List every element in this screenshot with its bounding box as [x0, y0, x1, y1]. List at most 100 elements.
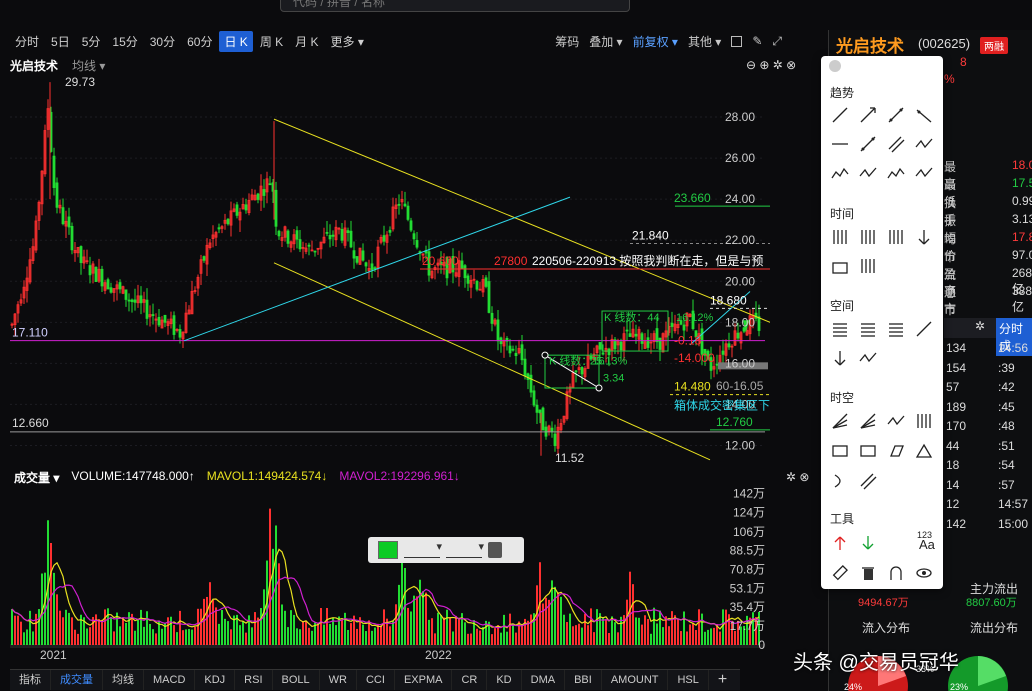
volume-bar	[722, 609, 724, 645]
candlestick-chart[interactable]: 28.0026.0024.0022.0020.0018.0016.0014.00…	[10, 76, 770, 468]
space-tool-icon-1-0[interactable]	[834, 351, 846, 366]
tab-14[interactable]: AMOUNT	[602, 670, 669, 690]
chips-button[interactable]: 筹码	[555, 33, 579, 50]
tools-icon-0[interactable]	[834, 536, 846, 550]
volume-controls[interactable]: ✲ ⊗	[786, 470, 809, 484]
trend-tool-icon-2-3[interactable]	[915, 167, 933, 178]
time-tool-icon-1-0[interactable]	[832, 262, 848, 274]
add-tab-icon[interactable]: +	[709, 670, 736, 690]
channel-lower-line[interactable]	[273, 262, 711, 461]
line-style-select[interactable]	[404, 540, 442, 558]
tab-7[interactable]: WR	[320, 670, 357, 690]
period-1[interactable]: 5日	[46, 31, 75, 52]
space-tool-icon-0-3[interactable]	[916, 321, 932, 337]
volume-bar	[203, 598, 205, 645]
spacetime-tool-icon-0-2[interactable]	[887, 415, 905, 426]
time-tool-icon-0-0[interactable]	[833, 230, 847, 244]
tab-3[interactable]: MACD	[144, 670, 196, 690]
color-swatch[interactable]	[378, 541, 398, 559]
volume-bar	[659, 610, 661, 645]
tab-8[interactable]: CCI	[357, 670, 395, 690]
period-2[interactable]: 5分	[77, 31, 106, 52]
tab-1[interactable]: 成交量	[51, 670, 103, 690]
spacetime-tool-icon-0-3[interactable]	[917, 414, 931, 428]
trend-tool-icon-1-3[interactable]	[915, 138, 933, 149]
volume-bar	[35, 613, 37, 645]
spacetime-tool-icon-2-0[interactable]	[834, 474, 841, 488]
tab-6[interactable]: BOLL	[273, 670, 320, 690]
search-input[interactable]: 代码 / 拼音 / 名称	[280, 0, 630, 12]
expand-icon[interactable]: ⤢	[772, 34, 782, 49]
tab-15[interactable]: HSL	[668, 670, 709, 690]
candle-body	[124, 289, 128, 300]
trend-tool-icon-1-1[interactable]	[860, 136, 876, 152]
spacetime-tool-icon-0-0[interactable]	[832, 413, 848, 429]
space-tool-icon-0-0[interactable]	[833, 323, 847, 337]
trend-tool-icon-2-0[interactable]	[831, 167, 849, 179]
tools-row2-icon-0[interactable]	[832, 565, 848, 581]
spacetime-tool-icon-1-1[interactable]	[860, 445, 876, 457]
gear-icon[interactable]: ✲	[975, 319, 985, 333]
tab-2[interactable]: 均线	[103, 670, 144, 690]
tab-12[interactable]: DMA	[522, 670, 566, 690]
volume-bar	[644, 615, 646, 645]
window-icon[interactable]	[731, 35, 743, 47]
candle-body	[307, 244, 311, 247]
spacetime-tool-icon-2-1[interactable]	[860, 473, 877, 490]
trend-tool-icon-0-1[interactable]	[860, 107, 876, 123]
channel-upper-line[interactable]	[273, 118, 770, 323]
volume-chart[interactable]: 142万 124万 106万 88.5万 70.8万 53.1万 35.4万 17.7万 0 20…	[10, 485, 770, 665]
period-4[interactable]: 30分	[145, 31, 180, 52]
text-tool-icon[interactable]: Aa	[919, 537, 935, 552]
tools-icon-1[interactable]	[862, 536, 874, 550]
time-tool-icon-0-3[interactable]	[918, 230, 930, 245]
period-8[interactable]: 月 K	[290, 31, 323, 52]
period-9[interactable]: 更多 ▾	[326, 31, 369, 52]
price-tick: 20.00	[725, 274, 755, 288]
spacetime-tool-icon-1-2[interactable]	[890, 445, 904, 457]
spacetime-tool-icon-1-3[interactable]	[915, 443, 933, 458]
tab-11[interactable]: KD	[487, 670, 522, 690]
tab-9[interactable]: EXPMA	[395, 670, 453, 690]
spacetime-tool-icon-0-1[interactable]	[860, 413, 876, 429]
volume-label[interactable]: 成交量 ▾	[14, 469, 59, 486]
tools-row2-icon-3[interactable]	[916, 568, 932, 578]
panel-controls[interactable]: ⊖ ⊕ ✲ ⊗	[746, 58, 796, 72]
spacetime-tool-icon-1-0[interactable]	[832, 445, 848, 457]
tab-4[interactable]: KDJ	[195, 670, 236, 690]
space-tool-icon-0-2[interactable]	[889, 323, 903, 337]
period-0[interactable]: 分时	[10, 31, 44, 52]
tab-5[interactable]: RSI	[235, 670, 273, 690]
measure-handle-end[interactable]	[595, 384, 603, 392]
tools-row2-icon-1[interactable]	[862, 567, 874, 580]
quote-stock-name: 光启技术	[836, 37, 904, 56]
volume-bar	[239, 625, 241, 645]
period-3[interactable]: 15分	[107, 31, 142, 52]
pen-icon[interactable]: ✎	[752, 34, 762, 48]
period-5[interactable]: 60分	[182, 31, 217, 52]
time-tool-icon-1-1[interactable]	[861, 259, 875, 273]
trend-tool-icon-0-3[interactable]	[916, 109, 932, 123]
trash-icon[interactable]	[488, 542, 502, 558]
tab-10[interactable]: CR	[452, 670, 488, 690]
space-tool-icon-1-1[interactable]	[859, 352, 877, 363]
trend-tool-icon-2-1[interactable]	[859, 167, 877, 178]
measure-handle-start[interactable]	[541, 351, 549, 359]
time-tool-icon-0-1[interactable]	[861, 230, 875, 244]
space-tool-icon-0-1[interactable]	[861, 323, 875, 337]
trend-tool-icon-1-2[interactable]	[888, 136, 905, 153]
tools-row2-icon-2[interactable]	[890, 566, 902, 580]
trend-tool-icon-0-0[interactable]	[832, 107, 848, 123]
trend-tool-icon-0-2[interactable]	[888, 107, 904, 123]
period-7[interactable]: 周 K	[255, 31, 288, 52]
time-tool-icon-0-2[interactable]	[889, 230, 903, 244]
adjust-button[interactable]: 前复权 ▾	[633, 33, 678, 50]
tab-0[interactable]: 指标	[10, 670, 51, 690]
overlay-button[interactable]: 叠加 ▾	[589, 33, 622, 50]
period-6[interactable]: 日 K	[219, 30, 253, 52]
ma-select[interactable]: 均线 ▾	[72, 57, 105, 74]
tab-13[interactable]: BBI	[565, 670, 602, 690]
trend-tool-icon-2-2[interactable]	[887, 167, 905, 179]
line-width-select[interactable]	[446, 540, 484, 558]
other-button[interactable]: 其他 ▾	[688, 33, 721, 50]
